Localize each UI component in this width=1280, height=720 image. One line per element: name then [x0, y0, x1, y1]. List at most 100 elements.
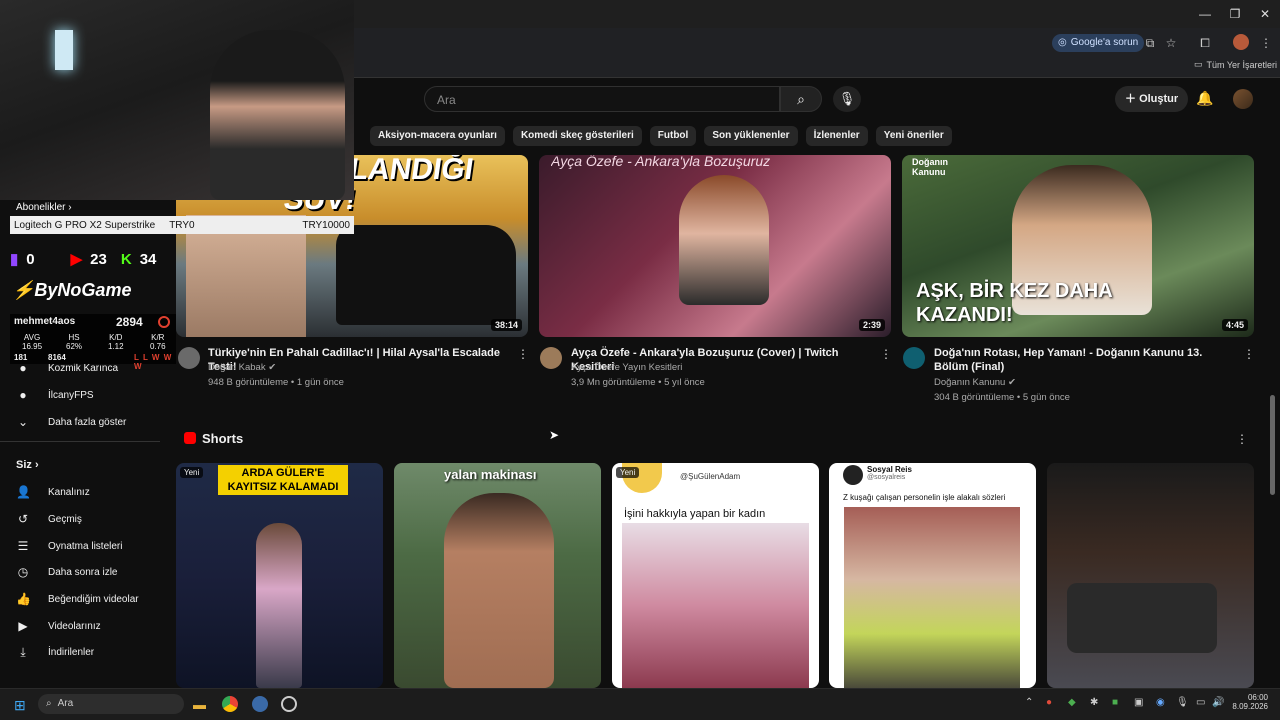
account-avatar[interactable] — [1233, 89, 1253, 109]
taskbar-search-label: Ara — [57, 698, 74, 709]
channel-name-text: Doğan Kabak — [208, 362, 266, 373]
sidebar-item-liked[interactable]: 👍 Beğendiğim videolar — [16, 589, 139, 609]
chip-football[interactable]: Futbol — [649, 126, 697, 146]
chip-comedy-sketch[interactable]: Komedi skeç gösterileri — [512, 126, 642, 146]
download-icon: ⤓ — [20, 644, 26, 659]
taskbar-search[interactable]: ⌕ Ara — [38, 694, 184, 714]
goal-product: Logitech G PRO X2 Superstrike — [14, 219, 156, 231]
thumbnail-overlay-text: AŞK, BİR KEZ DAHA KAZANDI! — [916, 280, 1112, 326]
match-history-icons: L L W W W — [134, 353, 173, 371]
clock[interactable]: 06:00 8.09.2026 — [1232, 693, 1268, 711]
maximize-icon[interactable]: ❐ — [1220, 4, 1250, 24]
file-explorer-icon[interactable]: ▬ — [193, 697, 206, 712]
shorts-heading: Shorts — [202, 431, 244, 446]
short-card[interactable] — [1047, 463, 1254, 688]
short-card[interactable]: Sosyal Reis @sosyalreis Z kuşağı çalışan… — [829, 463, 1036, 688]
streamer-shape — [210, 30, 345, 200]
sidebar-item-history[interactable]: ↺ Geçmiş — [16, 509, 82, 529]
sidebar-item-playlists[interactable]: ☰ Oynatma listeleri — [16, 536, 123, 556]
page-scrollbar[interactable] — [1270, 395, 1275, 495]
video-thumbnail[interactable]: Doğanın Kanunu AŞK, BİR KEZ DAHA KAZANDI… — [902, 155, 1254, 337]
sidebar-item-your-channel[interactable]: 👤 Kanalınız — [16, 482, 90, 502]
channel-avatar[interactable] — [540, 347, 562, 369]
channel-name[interactable]: Ayça Özefe Yayın Kesitleri — [571, 361, 682, 375]
video-menu-icon[interactable]: ⋮ — [880, 347, 892, 361]
brand-watermark: Doğanın Kanunu — [912, 157, 948, 177]
stat-value: 0.76 — [150, 342, 166, 351]
windows-taskbar — [0, 688, 1280, 720]
bookmark-star-icon[interactable]: ☆ — [1162, 34, 1180, 52]
chip-new-to-you[interactable]: Yeni öneriler — [875, 126, 952, 146]
tray-app-icon[interactable]: ◆ — [1068, 697, 1076, 708]
sidebar-item-watch-later[interactable]: ◷ Daha sonra izle — [16, 562, 118, 582]
chrome-icon[interactable] — [222, 696, 238, 712]
search-input[interactable]: Ara — [424, 86, 780, 112]
new-badge: Yeni — [616, 467, 640, 478]
extensions-icon[interactable]: ⧠ — [1196, 34, 1214, 52]
windows-start-icon[interactable]: ⊞ — [14, 697, 26, 714]
create-label: Oluştur — [1139, 93, 1179, 105]
stat-label: K/R — [151, 333, 165, 342]
stat-value: 1.12 — [108, 342, 124, 351]
create-button[interactable]: ＋ Oluştur — [1115, 86, 1189, 112]
minimize-icon[interactable]: — — [1190, 4, 1220, 24]
sidebar-item-downloads[interactable]: ⤓ İndirilenler — [16, 642, 94, 662]
tray-app-icon[interactable]: ■ — [1112, 697, 1118, 708]
app-icon[interactable] — [252, 696, 268, 712]
volume-icon[interactable]: 🔊 — [1212, 697, 1224, 708]
subscriptions-heading[interactable]: Abonelikler › — [16, 202, 72, 213]
channel-avatar[interactable] — [178, 347, 200, 369]
short-card[interactable]: yalan makinası — [394, 463, 601, 688]
more-menu-icon[interactable]: ⋮ — [1257, 34, 1275, 52]
close-icon[interactable]: ✕ — [1250, 4, 1280, 24]
stat-label: K/D — [109, 333, 123, 342]
twitch-icon: ▮ — [10, 251, 19, 268]
video-title[interactable]: Doğa'nın Rotası, Hep Yaman! - Doğanın Ka… — [934, 346, 1234, 374]
chip-action-adventure[interactable]: Aksiyon-macera oyunları — [370, 126, 505, 146]
sidebar-item-label: İndirilenler — [48, 646, 95, 658]
channel-name[interactable]: Doğanın Kanunu ✔ — [934, 376, 1016, 390]
twitch-count: 0 — [26, 250, 35, 268]
new-badge: Yeni — [180, 467, 204, 478]
you-section-heading[interactable]: Siz › — [16, 459, 39, 471]
tray-app-icon[interactable]: ● — [1046, 697, 1052, 708]
video-menu-icon[interactable]: ⋮ — [517, 347, 529, 361]
profile-avatar[interactable] — [1233, 34, 1249, 50]
subscription-item-ilcany[interactable]: ● İlcanyFPS — [16, 385, 93, 405]
channel-name[interactable]: Doğan Kabak ✔ — [208, 361, 276, 375]
search-placeholder: Ara — [437, 93, 456, 107]
sidebar-divider — [0, 441, 160, 442]
short-card[interactable]: @ŞuGülenAdam İşini hakkıyla yapan bir ka… — [612, 463, 819, 688]
shorts-menu-icon[interactable]: ⋮ — [1236, 432, 1248, 446]
voice-search-button[interactable]: 🎙 — [833, 86, 861, 112]
history-icon: ↺ — [17, 512, 29, 526]
short-image — [844, 507, 1020, 688]
thumbs-up-icon: 👍 — [16, 592, 31, 606]
network-icon[interactable]: ▭ — [1196, 697, 1205, 708]
channel-avatar[interactable] — [903, 347, 925, 369]
filter-chips: Aksiyon-macera oyunları Komedi skeç göst… — [370, 126, 952, 146]
notifications-bell-icon[interactable]: 🔔 — [1196, 90, 1213, 107]
show-more-button[interactable]: ⌄ Daha fazla göster — [16, 412, 126, 432]
tray-app-icon[interactable]: ✱ — [1090, 697, 1098, 708]
player-name: mehmet4aos — [14, 316, 76, 327]
chip-watched[interactable]: İzlenenler — [805, 126, 868, 146]
sidebar-item-your-videos[interactable]: ▶ Videolarınız — [16, 616, 100, 636]
video-thumbnail[interactable]: Ayça Özefe - Ankara'yla Bozuşuruz 2:39 — [539, 155, 891, 337]
tray-app-icon[interactable]: ▣ — [1134, 697, 1143, 708]
short-card[interactable]: ARDA GÜLER'E KAYITSIZ KALAMADI Yeni — [176, 463, 383, 688]
tray-chevron-icon[interactable]: ⌃ — [1025, 697, 1033, 708]
microphone-icon[interactable]: 🎙 — [1176, 697, 1189, 708]
chip-recently-uploaded[interactable]: Son yüklenenler — [704, 126, 798, 146]
obs-icon[interactable] — [281, 696, 297, 712]
verified-icon: ✔ — [1007, 377, 1016, 388]
all-bookmarks-button[interactable]: ▭ Tüm Yer İşaretleri — [1194, 59, 1277, 70]
steam-icon[interactable]: ◉ — [1156, 697, 1165, 708]
install-app-icon[interactable]: ⧉ — [1141, 34, 1159, 52]
search-button[interactable]: ⌕ — [780, 86, 822, 112]
video-menu-icon[interactable]: ⋮ — [1243, 347, 1255, 361]
kick-count: 34 — [139, 250, 157, 268]
google-ask-button[interactable]: ◎ Google'a sorun — [1052, 34, 1145, 52]
short-overlay-text: Z kuşağı çalışan personelin işle alakalı… — [843, 493, 1006, 502]
all-bookmarks-label: Tüm Yer İşaretleri — [1206, 59, 1278, 70]
